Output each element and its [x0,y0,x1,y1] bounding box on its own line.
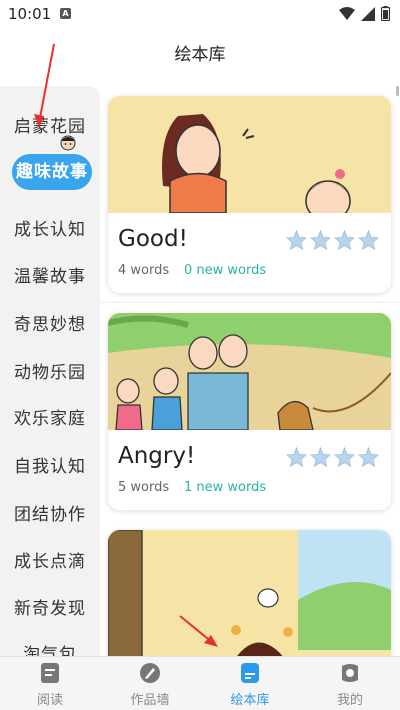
pencil-icon [140,663,160,683]
status-icons [339,6,390,21]
book-card[interactable] [108,530,391,670]
book-card[interactable]: Good! 4 words 0 new words [108,96,391,293]
sidebar-item-self-awareness[interactable]: 自我认知 [0,452,100,477]
sidebar-item-enlightenment-garden[interactable]: 启蒙花园 [0,112,100,137]
star-icon [286,230,307,250]
book-card[interactable]: Angry! 5 words 1 new words [108,313,391,510]
sidebar-item-new-discoveries[interactable]: 新奇发现 [0,594,100,619]
wifi-icon [339,6,355,20]
sidebar-item-growth-cognition[interactable]: 成长认知 [0,215,100,240]
sidebar-item-teamwork[interactable]: 团结协作 [0,500,100,525]
tab-library[interactable]: 绘本库 [200,657,300,710]
sidebar-item-growth-moments[interactable]: 成长点滴 [0,547,100,572]
book-cover-image [108,313,391,430]
sidebar-item-naughty[interactable]: 淘气包 [0,640,100,656]
tab-label: 我的 [336,693,363,708]
status-time: 10:01 [8,5,52,23]
tab-label: 阅读 [36,693,63,708]
book-icon [41,663,59,683]
sidebar-item-animal-park[interactable]: 动物乐园 [0,358,100,383]
star-icon [358,447,379,467]
tab-works-wall[interactable]: 作品墙 [100,657,200,710]
word-count: 4 words [118,263,170,278]
book-title: Angry! [118,443,196,469]
tab-reading[interactable]: 阅读 [0,657,100,710]
signal-icon [361,6,375,21]
battery-icon [381,6,390,21]
star-icon [334,447,355,467]
new-word-count: 0 new words [184,263,267,278]
star-rating [286,447,379,467]
sidebar-item-whimsy[interactable]: 奇思妙想 [0,310,100,335]
star-rating [286,230,379,250]
status-bar: 10:01 A [0,0,400,28]
page-title: 绘本库 [174,45,226,65]
tab-mine[interactable]: 我的 [300,657,400,710]
new-word-count: 1 new words [184,480,267,495]
scrollbar[interactable] [396,86,399,96]
star-icon [334,230,355,250]
star-icon [310,447,331,467]
book-title: Good! [118,226,188,252]
notification-icon: A [60,8,71,19]
divider [100,302,400,303]
star-icon [310,230,331,250]
profile-icon [342,664,358,682]
bottom-tab-bar: 阅读 作品墙 绘本库 我的 [0,656,400,710]
sidebar-item-happy-family[interactable]: 欢乐家庭 [0,404,100,429]
star-icon [286,447,307,467]
tab-label: 作品墙 [130,693,170,708]
sidebar-item-fun-stories[interactable]: 趣味故事 [12,154,92,190]
book-cover-image [108,530,391,670]
star-icon [358,230,379,250]
library-icon [241,663,259,683]
word-count: 5 words [118,480,170,495]
sidebar-item-warm-stories[interactable]: 温馨故事 [0,262,100,287]
avatar-icon [60,135,76,151]
tab-label: 绘本库 [230,693,270,708]
category-sidebar: 启蒙花园 趣味故事 成长认知 温馨故事 奇思妙想 动物乐园 欢乐家庭 自我认知 … [0,86,100,656]
screen: 10:01 A 绘本库 启蒙花园 趣味故事 成长认知 温馨故事 奇思妙想 动物乐… [0,0,400,710]
book-cover-image [108,96,391,213]
